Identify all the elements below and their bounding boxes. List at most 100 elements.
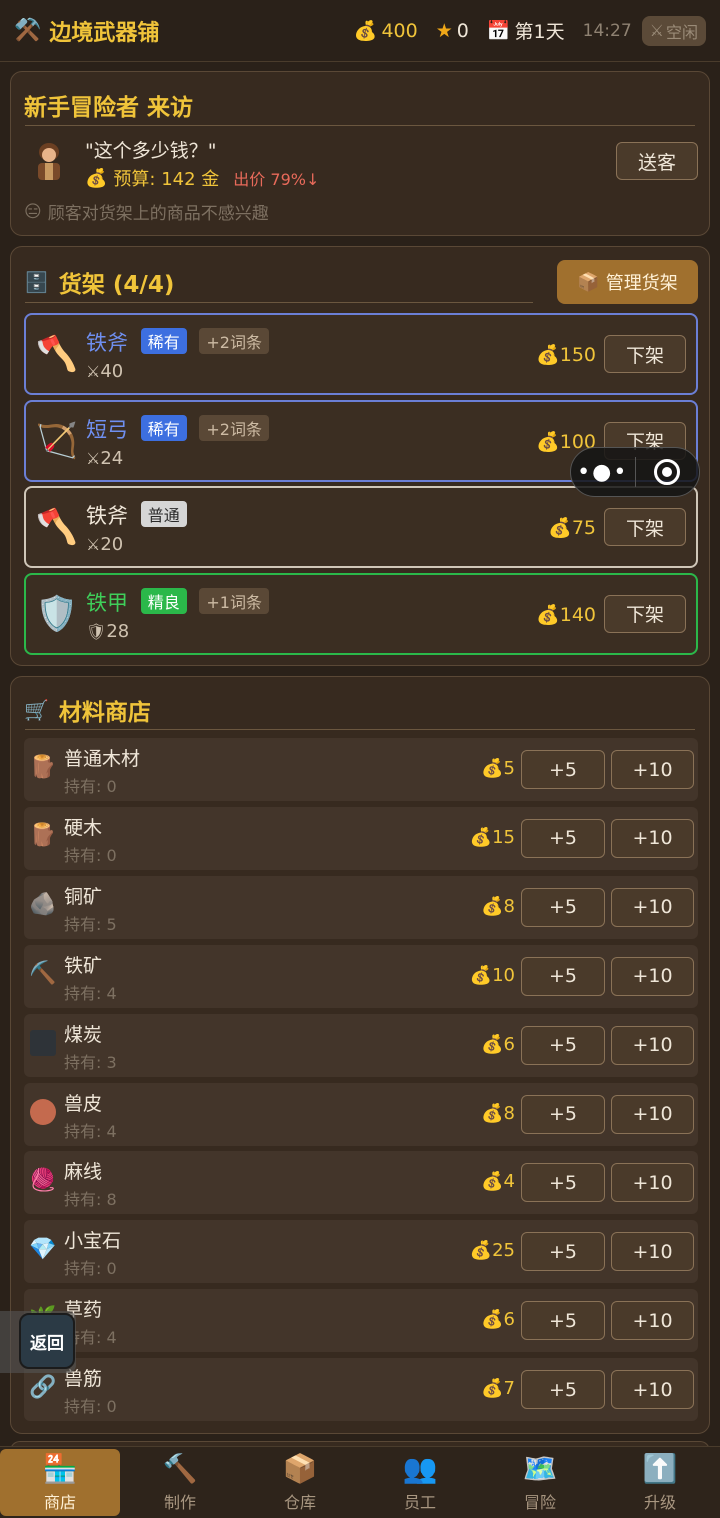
material-price: 💰7	[481, 1378, 515, 1400]
money-bag-icon: 💰	[481, 1102, 504, 1124]
attack-icon: ⚔	[86, 448, 101, 468]
material-price: 💰25	[469, 1240, 515, 1262]
offer-percent: 出价 79%↓	[233, 170, 320, 189]
shelf-item[interactable]: 🪓 铁斧 稀有 +2词条 ⚔40 💰150 下架	[24, 313, 698, 395]
buy-5-button[interactable]: +5	[521, 1232, 605, 1272]
box-icon: 📦	[282, 1451, 318, 1485]
buy-10-button[interactable]: +10	[611, 750, 694, 789]
more-dots-icon: •●•	[577, 459, 629, 485]
divider	[25, 729, 695, 730]
material-row: 🪵 硬木 持有: 0 💰15 +5 +10	[24, 806, 698, 870]
money-bag-icon: 💰	[536, 344, 560, 366]
idle-button[interactable]: ⚔ 空闲	[641, 15, 706, 46]
shelf-item[interactable]: 🛡️ 铁甲 精良 +1词条 🛡28 💰140 下架	[24, 572, 698, 655]
buy-10-button[interactable]: +10	[611, 1094, 694, 1134]
visitor-card: 新手冒险者 来访 "这个多少钱？" 💰 预算: 142 金 出价 79%↓ 送客…	[10, 71, 710, 236]
wood-log-icon: 🪵	[29, 823, 57, 849]
wood-log-icon: 🪵	[29, 754, 57, 780]
tab-map[interactable]: 🗺️ 冒险	[480, 1447, 600, 1518]
close-miniapp-button[interactable]	[636, 459, 700, 485]
item-name: 短弓 稀有 +2词条	[86, 414, 269, 444]
buy-5-button[interactable]: +5	[521, 1094, 605, 1134]
buy-5-button[interactable]: +5	[521, 887, 605, 927]
buy-10-button[interactable]: +10	[611, 1025, 694, 1065]
shop-title: ⚒️ 边境武器铺	[14, 18, 160, 46]
ore-icon: 🪨	[29, 892, 57, 918]
material-shop-card: 🛒 材料商店 🪵 普通木材 持有: 0 💰5 +5 +10 🪵 硬木 持有: 0…	[10, 676, 710, 1434]
dismiss-button[interactable]: 送客	[616, 142, 698, 180]
material-row: 🌿 草药 持有: 4 💰6 +5 +10	[24, 1289, 698, 1353]
material-price: 💰10	[469, 964, 515, 986]
affix-badge: +2词条	[199, 414, 269, 441]
buy-10-button[interactable]: +10	[611, 1370, 694, 1410]
buy-5-button[interactable]: +5	[521, 1163, 605, 1203]
material-price: 💰8	[481, 1102, 515, 1124]
rarity-badge: 稀有	[140, 328, 187, 354]
more-menu-button[interactable]: •●•	[571, 460, 635, 485]
buy-10-button[interactable]: +10	[611, 1163, 694, 1203]
shelf-item[interactable]: 🪓 铁斧 普通 ⚔20 💰75 下架	[24, 486, 698, 568]
material-name: 铜矿	[64, 885, 103, 908]
box-icon: 📦	[577, 271, 600, 293]
manage-shelf-button[interactable]: 📦 管理货架	[557, 260, 698, 304]
crossed-hammers-icon: ⚒️	[14, 18, 42, 43]
tab-label: 冒险	[523, 1492, 556, 1512]
material-owned: 持有: 8	[64, 1190, 117, 1210]
money-bag-icon: 💰	[353, 20, 378, 42]
visitor-hint: 😑 顾客对货架上的商品不感兴趣	[24, 201, 269, 225]
item-price: 💰140	[536, 603, 596, 626]
bottom-tab-bar: 🏪 商店 🔨 制作 📦 仓库 👥 员工 🗺️ 冒险 ⬆️ 升级	[0, 1446, 720, 1518]
buy-5-button[interactable]: +5	[521, 750, 605, 789]
pickaxe-icon: ⛏️	[29, 961, 57, 987]
buy-10-button[interactable]: +10	[611, 1301, 694, 1341]
buy-5-button[interactable]: +5	[521, 1301, 605, 1341]
tab-upgrade[interactable]: ⬆️ 升级	[600, 1447, 720, 1518]
material-price: 💰6	[481, 1309, 515, 1331]
rarity-badge: 稀有	[140, 414, 187, 441]
yarn-icon: 🧶	[29, 1167, 57, 1193]
item-name: 铁甲 精良 +1词条	[86, 587, 269, 617]
attack-icon: ⚔	[86, 362, 101, 381]
material-name: 普通木材	[64, 748, 141, 770]
material-row: 🪵 普通木材 持有: 0 💰5 +5 +10	[24, 738, 698, 801]
miniapp-capsule: •●•	[570, 447, 700, 497]
tab-box[interactable]: 📦 仓库	[240, 1447, 360, 1518]
tab-staff[interactable]: 👥 员工	[360, 1447, 480, 1518]
buy-5-button[interactable]: +5	[521, 1025, 605, 1065]
material-name: 铁矿	[64, 954, 103, 977]
visitor-title: 新手冒险者 来访	[24, 95, 194, 121]
money-bag-icon: 💰	[536, 430, 560, 453]
rarity-badge: 精良	[140, 587, 187, 614]
remove-from-shelf-button[interactable]: 下架	[604, 508, 686, 546]
buy-10-button[interactable]: +10	[611, 887, 694, 927]
material-price: 💰6	[481, 1033, 515, 1055]
item-price: 💰150	[536, 344, 596, 366]
visitor-quote: "这个多少钱？"	[85, 140, 217, 162]
tab-hammer[interactable]: 🔨 制作	[120, 1447, 240, 1518]
remove-from-shelf-button[interactable]: 下架	[604, 335, 686, 373]
crossed-swords-icon: ⚔	[649, 21, 664, 40]
buy-5-button[interactable]: +5	[521, 956, 605, 996]
material-row: 💎 小宝石 持有: 0 💰25 +5 +10	[24, 1220, 698, 1284]
money-bag-icon: 💰	[85, 167, 108, 189]
money-bag-icon: 💰	[469, 826, 493, 848]
buy-10-button[interactable]: +10	[611, 956, 694, 996]
buy-10-button[interactable]: +10	[611, 818, 694, 858]
axe-icon: 🪓	[35, 334, 79, 374]
material-price: 💰15	[469, 826, 515, 848]
material-shop-title: 🛒 材料商店	[24, 698, 151, 726]
remove-from-shelf-button[interactable]: 下架	[604, 594, 686, 633]
hammer-icon: 🔨	[162, 1451, 198, 1485]
material-owned: 持有: 0	[64, 777, 117, 796]
affix-badge: +2词条	[199, 328, 269, 354]
tab-shop[interactable]: 🏪 商店	[0, 1449, 120, 1516]
buy-10-button[interactable]: +10	[611, 1232, 694, 1272]
money-bag-icon: 💰	[469, 1240, 493, 1262]
chain-icon: 🔗	[29, 1374, 57, 1400]
rarity-badge: 普通	[140, 501, 187, 527]
map-icon: 🗺️	[522, 1451, 558, 1485]
buy-5-button[interactable]: +5	[521, 1370, 605, 1410]
tab-label: 商店	[43, 1492, 76, 1512]
back-button[interactable]: 返回	[19, 1313, 75, 1369]
buy-5-button[interactable]: +5	[521, 818, 605, 858]
